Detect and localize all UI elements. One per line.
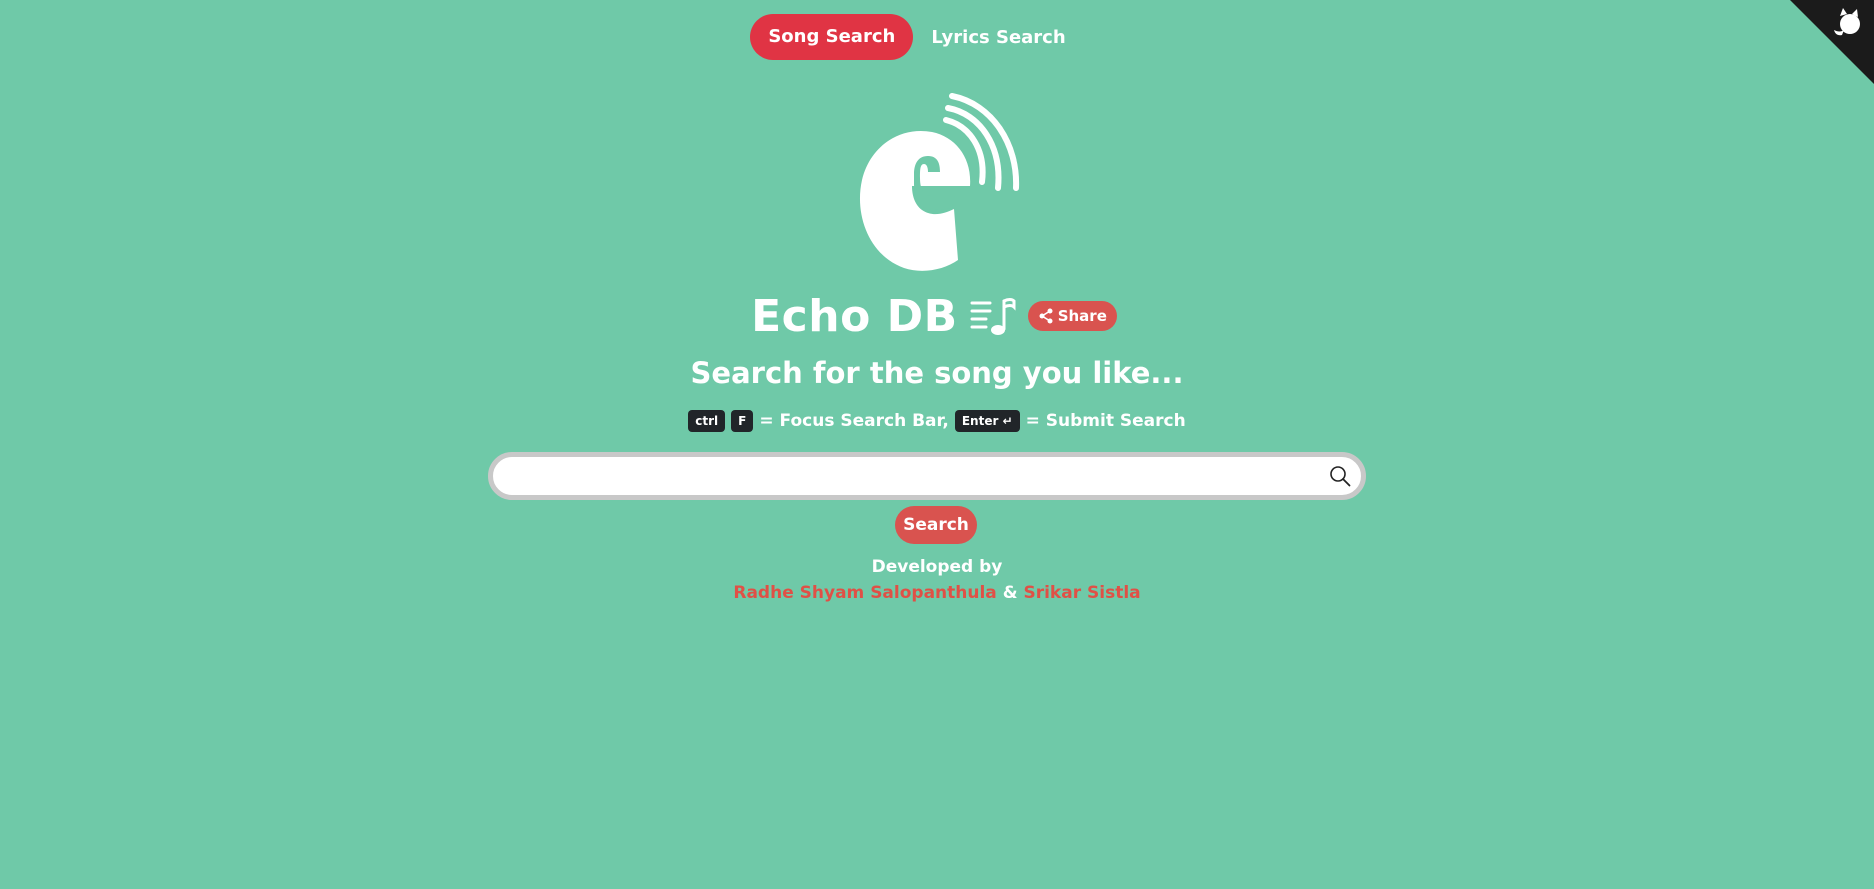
tab-lyrics-search[interactable]: Lyrics Search [931,27,1065,48]
kbd-enter: Enter ↵ [954,410,1020,432]
submit-hint-text: = Submit Search [1025,411,1186,431]
search-input[interactable] [511,457,1315,497]
title-group: Echo DB Share [751,291,1117,342]
kbd-ctrl: ctrl [688,410,726,432]
kbd-f: F [731,410,754,432]
title-row: Echo DB Share [0,286,1874,346]
search-bar [488,452,1366,500]
credit-separator: & [1002,583,1018,603]
top-nav: Song Search Lyrics Search [0,14,1874,60]
developer-credits: Radhe Shyam Salopanthula & Srikar Sistla [0,583,1874,603]
share-icon [1039,308,1053,324]
tab-song-search[interactable]: Song Search [750,14,914,60]
app-title: Echo DB [751,290,958,342]
music-note-list-icon [970,298,1016,335]
focus-hint-text: = Focus Search Bar, [759,411,949,431]
search-button[interactable]: Search [895,506,977,544]
developed-by-label: Developed by [871,557,1003,577]
github-corner-icon[interactable] [1790,0,1874,84]
page-subtitle: Search for the song you like... [690,356,1184,390]
developer-link-1[interactable]: Radhe Shyam Salopanthula [733,583,996,603]
share-button[interactable]: Share [1027,301,1117,331]
keyboard-hints: ctrl F = Focus Search Bar, Enter ↵ = Sub… [0,408,1874,434]
share-label: Share [1057,307,1107,325]
developer-link-2[interactable]: Srikar Sistla [1023,583,1140,603]
search-icon[interactable] [1329,465,1351,487]
echo-logo [859,93,1020,271]
